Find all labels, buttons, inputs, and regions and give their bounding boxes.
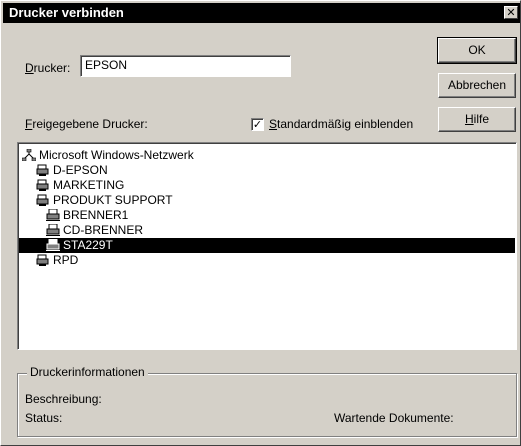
shared-printers-tree[interactable]: Microsoft Windows-Netzwerk D-EPSON MARKE… — [17, 142, 517, 350]
window-title: Drucker verbinden — [9, 5, 124, 20]
ok-button[interactable]: OK — [437, 37, 517, 64]
show-default-label[interactable]: Standardmäßig einblenden — [269, 117, 413, 131]
tree-item-server[interactable]: RPD — [36, 253, 78, 268]
tree-item-network[interactable]: Microsoft Windows-Netzwerk — [22, 148, 194, 163]
status-label: Status: — [25, 411, 63, 425]
help-accel: H — [464, 112, 474, 126]
network-icon — [22, 149, 36, 161]
help-rest: ilfe — [473, 112, 489, 126]
tree-item-label: D-EPSON — [53, 163, 108, 177]
printer-server-icon — [36, 254, 49, 266]
title-bar[interactable]: Drucker verbinden ✕ — [3, 3, 520, 23]
printer-icon — [46, 224, 60, 236]
check-mark-icon: ✓ — [252, 118, 263, 131]
printer-icon — [46, 239, 60, 251]
tree-item-printer[interactable]: BRENNER1 — [46, 208, 128, 223]
show-default-accel: S — [269, 117, 278, 131]
show-default-rest: tandardmäßig einblenden — [277, 117, 414, 131]
tree-item-server[interactable]: D-EPSON — [36, 163, 108, 178]
tree-item-label: MARKETING — [53, 178, 125, 192]
waiting-docs-label: Wartende Dokumente: — [334, 411, 454, 425]
printer-server-icon — [36, 164, 49, 176]
printer-name-input[interactable]: EPSON — [80, 55, 291, 77]
connect-printer-dialog: Drucker verbinden ✕ Drucker: EPSON OK Ab… — [0, 0, 521, 446]
close-icon[interactable]: ✕ — [504, 6, 518, 19]
show-default-checkbox[interactable]: ✓ — [251, 118, 264, 131]
tree-item-label: PRODUKT SUPPORT — [53, 193, 173, 207]
tree-item-printer-selected[interactable]: STA229T — [19, 238, 515, 253]
printer-label-accel: D — [25, 61, 34, 75]
tree-item-server[interactable]: MARKETING — [36, 178, 124, 193]
cancel-button[interactable]: Abbrechen — [438, 73, 516, 98]
description-label: Beschreibung: — [25, 392, 102, 406]
help-button[interactable]: Hilfe — [438, 107, 516, 132]
printer-label-rest: rucker: — [33, 61, 71, 75]
printer-field-label: Drucker: — [25, 61, 70, 75]
shared-printers-label: Freigegebene Drucker: — [25, 117, 148, 131]
tree-item-label: Microsoft Windows-Netzwerk — [39, 148, 194, 162]
printer-server-icon — [36, 194, 49, 206]
tree-item-printer[interactable]: CD-BRENNER — [46, 223, 143, 238]
shared-label-rest: reigegebene Drucker: — [32, 117, 148, 131]
printer-info-title: Druckerinformationen — [27, 365, 148, 379]
tree-item-label: STA229T — [63, 238, 113, 252]
tree-item-label: BRENNER1 — [63, 208, 129, 222]
tree-item-label: CD-BRENNER — [63, 223, 144, 237]
tree-item-label: RPD — [53, 253, 79, 267]
printer-icon — [46, 209, 60, 221]
printer-name-value: EPSON — [85, 58, 128, 72]
tree-item-server[interactable]: PRODUKT SUPPORT — [36, 193, 173, 208]
printer-server-icon — [36, 179, 49, 191]
